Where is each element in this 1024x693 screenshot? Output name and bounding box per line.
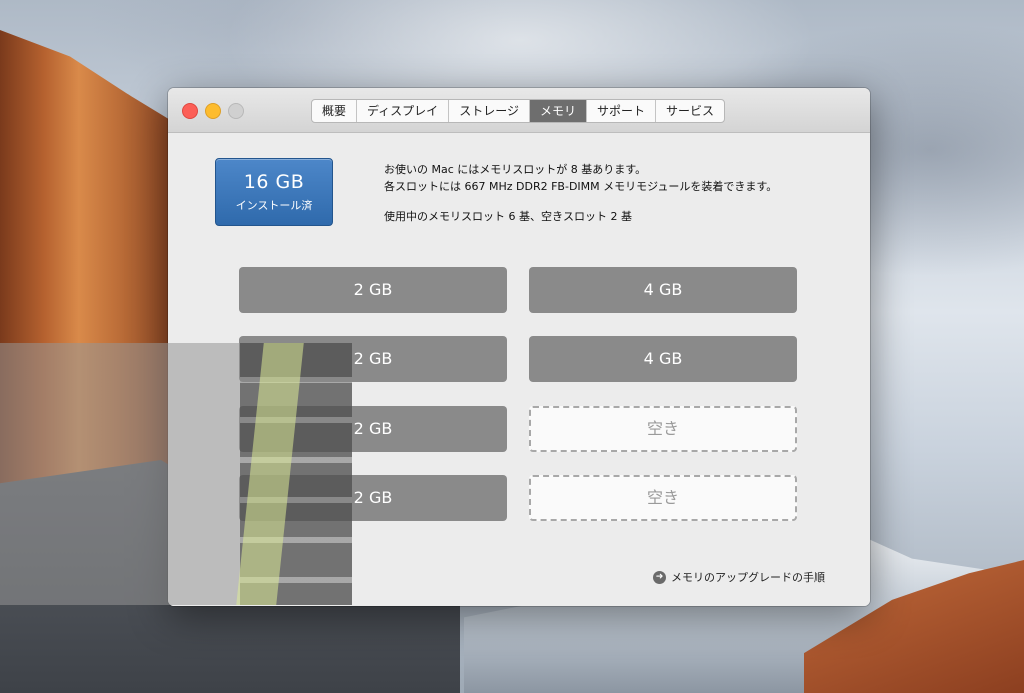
arrow-right-circle-icon: ➜ xyxy=(653,570,666,584)
slot-spec-text: 各スロットには 667 MHz DDR2 FB-DIMM メモリモジュールを装着… xyxy=(384,180,778,193)
tab-service[interactable]: サービス xyxy=(656,100,724,122)
tab-storage[interactable]: ストレージ xyxy=(449,100,530,122)
slot-usage-text: 使用中のメモリスロット 6 基、空きスロット 2 基 xyxy=(384,210,632,223)
memory-slot-empty: 空き xyxy=(529,475,797,521)
tab-memory[interactable]: メモリ xyxy=(529,100,587,122)
memory-slot: 2 GB xyxy=(239,267,507,313)
photo-overlay xyxy=(0,343,352,605)
memory-upgrade-link-label: メモリのアップグレードの手順 xyxy=(671,571,825,584)
memory-slot: 4 GB xyxy=(529,267,797,313)
zoom-window-button[interactable] xyxy=(228,103,244,119)
installed-memory-size: 16 GB xyxy=(243,171,305,193)
close-window-button[interactable] xyxy=(182,103,198,119)
slot-count-text: お使いの Mac にはメモリスロットが 8 基あります。 xyxy=(384,163,647,176)
memory-slot: 4 GB xyxy=(529,336,797,382)
tab-overview[interactable]: 概要 xyxy=(312,100,358,122)
tab-bar: 概要 ディスプレイ ストレージ メモリ サポート サービス xyxy=(311,99,725,123)
tab-displays[interactable]: ディスプレイ xyxy=(357,100,450,122)
tab-support[interactable]: サポート xyxy=(587,100,656,122)
memory-upgrade-link[interactable]: ➜ メモリのアップグレードの手順 xyxy=(653,569,825,585)
installed-memory-label: インストール済 xyxy=(235,199,313,212)
memory-slot-empty: 空き xyxy=(529,406,797,452)
installed-memory-badge: 16 GB インストール済 xyxy=(215,158,333,226)
minimize-window-button[interactable] xyxy=(205,103,221,119)
title-bar: 概要 ディスプレイ ストレージ メモリ サポート サービス xyxy=(168,88,870,133)
